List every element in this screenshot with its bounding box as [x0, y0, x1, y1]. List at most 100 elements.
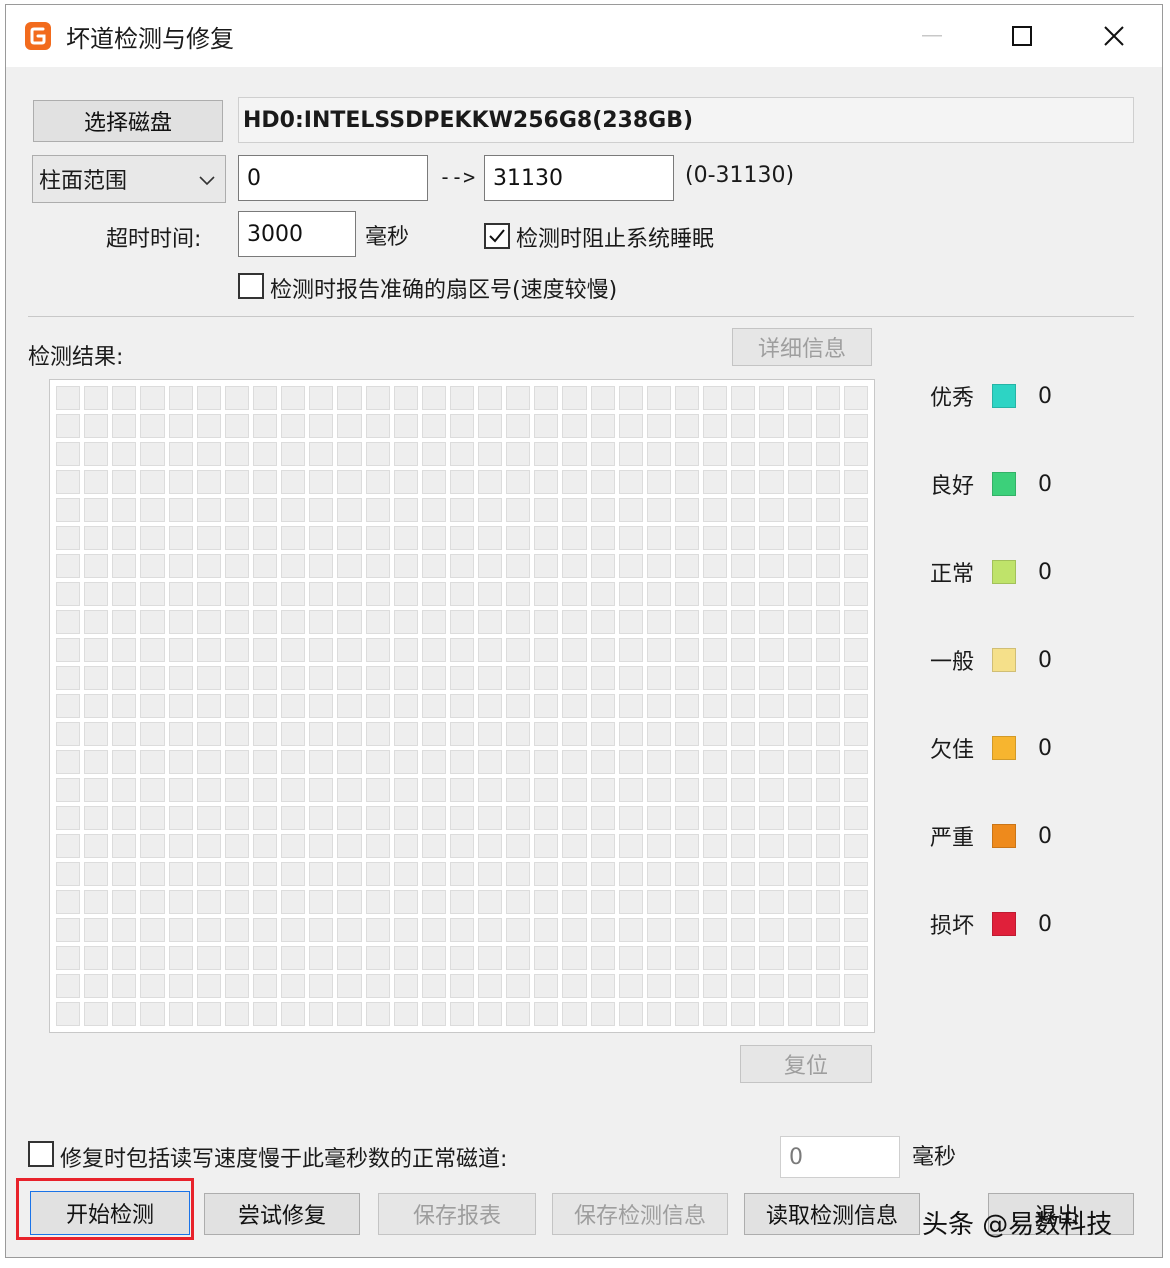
sector-cell — [787, 834, 812, 858]
sector-cell — [843, 694, 868, 718]
sector-cell — [140, 694, 165, 718]
sector-cell — [675, 750, 700, 774]
sector-cell — [843, 890, 868, 914]
legend-label: 一般 — [930, 650, 975, 675]
report-sector-label[interactable]: 检测时报告准确的扇区号(速度较慢) — [270, 272, 617, 304]
sector-cell — [337, 666, 362, 690]
sector-cell — [56, 722, 81, 746]
range-mode-select[interactable]: 柱面范围 — [32, 155, 226, 203]
sector-cell — [365, 386, 390, 410]
sector-cell — [224, 1002, 249, 1026]
sector-cell — [309, 470, 334, 494]
range-end-input[interactable]: 31130 — [484, 155, 674, 201]
sector-cell — [815, 694, 840, 718]
sector-cell — [787, 946, 812, 970]
sector-cell — [590, 918, 615, 942]
select-disk-button[interactable]: 选择磁盘 — [33, 100, 223, 142]
legend-swatch — [992, 560, 1016, 584]
sector-cell — [815, 1002, 840, 1026]
sector-cell — [590, 442, 615, 466]
sector-cell — [365, 694, 390, 718]
sector-cell — [534, 610, 559, 634]
sector-cell — [140, 582, 165, 606]
range-start-input[interactable]: 0 — [238, 155, 428, 201]
sector-cell — [365, 750, 390, 774]
sector-cell — [252, 414, 278, 438]
maximize-button[interactable] — [992, 15, 1052, 57]
sector-cell — [646, 834, 672, 858]
sector-cell — [309, 722, 334, 746]
minimize-button[interactable] — [902, 15, 962, 57]
sector-cell — [393, 750, 418, 774]
sector-cell — [309, 778, 334, 802]
save-scan-info-button[interactable]: 保存检测信息 — [552, 1193, 728, 1235]
sector-cell — [365, 946, 390, 970]
sector-cell — [309, 862, 334, 886]
sector-cell — [196, 610, 221, 634]
prevent-sleep-label[interactable]: 检测时阻止系统睡眠 — [516, 221, 714, 253]
sector-cell — [562, 694, 587, 718]
sector-cell — [421, 526, 446, 550]
sector-cell — [281, 442, 306, 466]
sector-cell — [140, 610, 165, 634]
sector-cell — [140, 1002, 165, 1026]
sector-cell — [421, 834, 446, 858]
load-scan-info-button[interactable]: 读取检测信息 — [744, 1193, 920, 1235]
sector-cell — [731, 638, 756, 662]
sector-cell — [196, 750, 221, 774]
sector-cell — [365, 666, 390, 690]
save-report-button[interactable]: 保存报表 — [378, 1193, 536, 1235]
sector-cell — [365, 470, 390, 494]
sector-cell — [140, 722, 165, 746]
sector-cell — [252, 666, 278, 690]
sector-cell — [309, 610, 334, 634]
reset-button[interactable]: 复位 — [740, 1045, 872, 1083]
sector-cell — [337, 526, 362, 550]
sector-cell — [618, 386, 643, 410]
sector-cell — [815, 890, 840, 914]
sector-cell — [703, 666, 728, 690]
sector-cell — [252, 778, 278, 802]
range-arrow: --> — [439, 165, 476, 189]
sector-cell — [365, 1002, 390, 1026]
report-sector-checkbox[interactable] — [238, 273, 264, 299]
sector-cell — [534, 554, 559, 578]
repair-threshold-input[interactable]: 0 — [780, 1136, 900, 1178]
sector-cell — [449, 862, 475, 886]
sector-cell — [224, 834, 249, 858]
sector-cell — [703, 610, 728, 634]
sector-cell — [421, 918, 446, 942]
sector-cell — [196, 946, 221, 970]
sector-cell — [112, 778, 137, 802]
sector-cell — [112, 1002, 137, 1026]
sector-cell — [112, 918, 137, 942]
sector-cell — [562, 414, 587, 438]
sector-cell — [337, 778, 362, 802]
close-button[interactable] — [1084, 15, 1144, 57]
sector-cell — [590, 806, 615, 830]
timeout-input[interactable]: 3000 — [238, 211, 356, 257]
sector-cell — [815, 470, 840, 494]
sector-cell — [759, 834, 784, 858]
repair-slow-checkbox[interactable] — [28, 1141, 54, 1167]
sector-cell — [478, 890, 503, 914]
details-button[interactable]: 详细信息 — [732, 328, 872, 366]
sector-cell — [168, 526, 193, 550]
sector-cell — [731, 918, 756, 942]
sector-cell — [449, 386, 475, 410]
prevent-sleep-checkbox[interactable] — [484, 223, 510, 249]
repair-slow-label[interactable]: 修复时包括读写速度慢于此毫秒数的正常磁道: — [60, 1141, 507, 1173]
sector-cell — [309, 386, 334, 410]
sector-cell — [224, 694, 249, 718]
sector-cell — [675, 974, 700, 998]
sector-cell — [168, 890, 193, 914]
sector-cell — [562, 498, 587, 522]
legend-label: 损坏 — [930, 914, 975, 939]
sector-cell — [787, 498, 812, 522]
sector-cell — [731, 470, 756, 494]
try-repair-button[interactable]: 尝试修复 — [204, 1193, 360, 1235]
sector-cell — [506, 862, 531, 886]
sector-cell — [168, 946, 193, 970]
legend-item: 严重 0 — [930, 819, 1052, 853]
legend-label: 良好 — [930, 474, 975, 499]
